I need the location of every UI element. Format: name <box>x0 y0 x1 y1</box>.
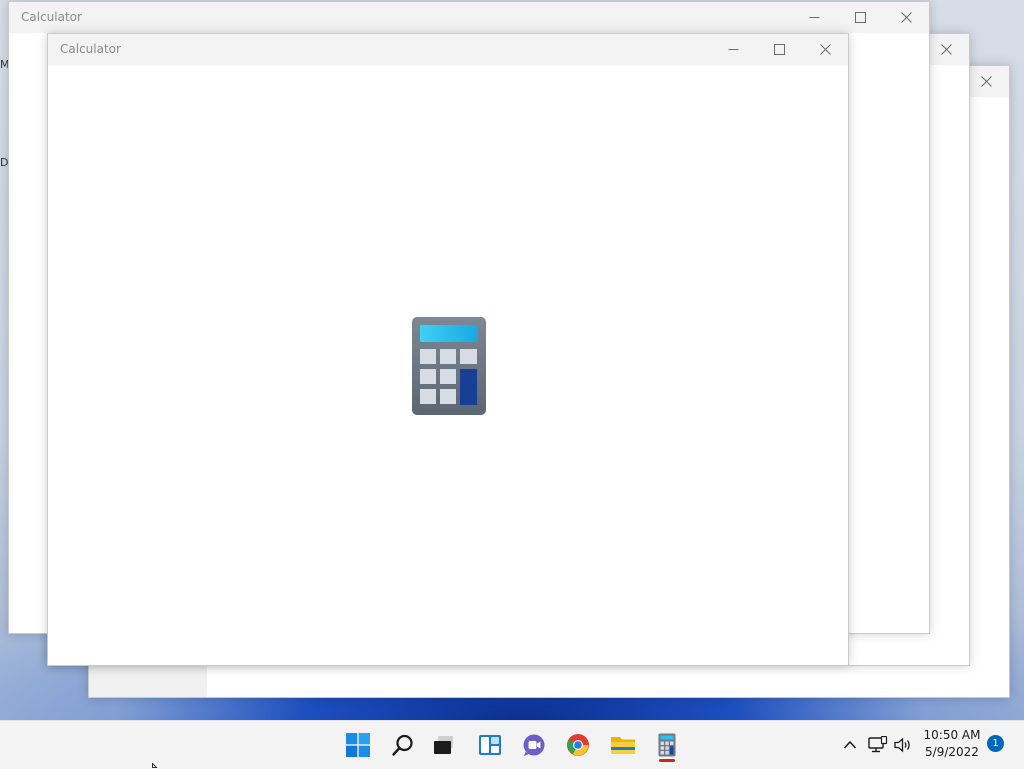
maximize-icon <box>773 44 785 55</box>
maximize-icon <box>854 12 866 23</box>
close-button[interactable] <box>883 2 929 33</box>
calculator-app-icon <box>411 316 487 416</box>
chat-button[interactable] <box>514 729 554 761</box>
clock-time: 10:50 AM <box>923 728 981 742</box>
network-status-button[interactable] <box>866 734 890 756</box>
minimize-icon <box>809 17 819 18</box>
volume-icon <box>894 737 910 753</box>
mouse-cursor-icon <box>152 763 158 768</box>
search-icon <box>392 734 413 756</box>
teams-chat-icon <box>523 734 545 756</box>
maximize-button[interactable] <box>837 2 883 33</box>
network-icon <box>868 736 888 753</box>
maximize-button[interactable] <box>756 34 802 65</box>
task-view-button[interactable] <box>424 729 464 761</box>
volume-button[interactable] <box>892 734 914 756</box>
folder-icon <box>611 737 635 754</box>
minimize-button[interactable] <box>710 34 756 65</box>
chrome-button[interactable] <box>558 729 598 761</box>
close-icon <box>900 12 912 23</box>
notification-badge[interactable]: 1 <box>987 735 1004 752</box>
minimize-icon <box>728 49 738 50</box>
task-view-icon <box>434 736 453 754</box>
taskbar: 10:50 AM 5/9/2022 <box>0 720 1024 769</box>
calculator-window-foreground[interactable]: Calculator <box>47 33 849 666</box>
widgets-icon <box>479 735 501 755</box>
taskbar-clock[interactable]: 10:50 AM 5/9/2022 <box>922 727 982 761</box>
clock-date: 5/9/2022 <box>925 745 979 759</box>
close-icon <box>980 76 992 87</box>
desktop: M D Calculator Calculator <box>0 0 1024 720</box>
calculator-icon <box>658 733 676 757</box>
file-explorer-button[interactable] <box>603 729 643 761</box>
active-app-indicator <box>659 759 675 762</box>
window-title: Calculator <box>60 42 121 56</box>
window-titlebar[interactable]: Calculator <box>48 34 848 65</box>
minimize-button[interactable] <box>791 2 837 33</box>
chevron-up-icon <box>843 740 857 749</box>
start-button[interactable] <box>338 729 378 761</box>
calculator-taskbar-button[interactable] <box>647 729 687 761</box>
close-icon <box>819 44 831 55</box>
show-hidden-icons-button[interactable] <box>840 735 860 755</box>
widgets-button[interactable] <box>470 729 510 761</box>
window-titlebar[interactable]: Calculator <box>9 2 929 33</box>
search-button[interactable] <box>383 729 423 761</box>
windows-logo-icon <box>346 733 370 757</box>
close-button[interactable] <box>802 34 848 65</box>
chrome-icon <box>567 734 589 756</box>
window-title: Calculator <box>21 10 82 24</box>
close-icon <box>940 44 952 55</box>
